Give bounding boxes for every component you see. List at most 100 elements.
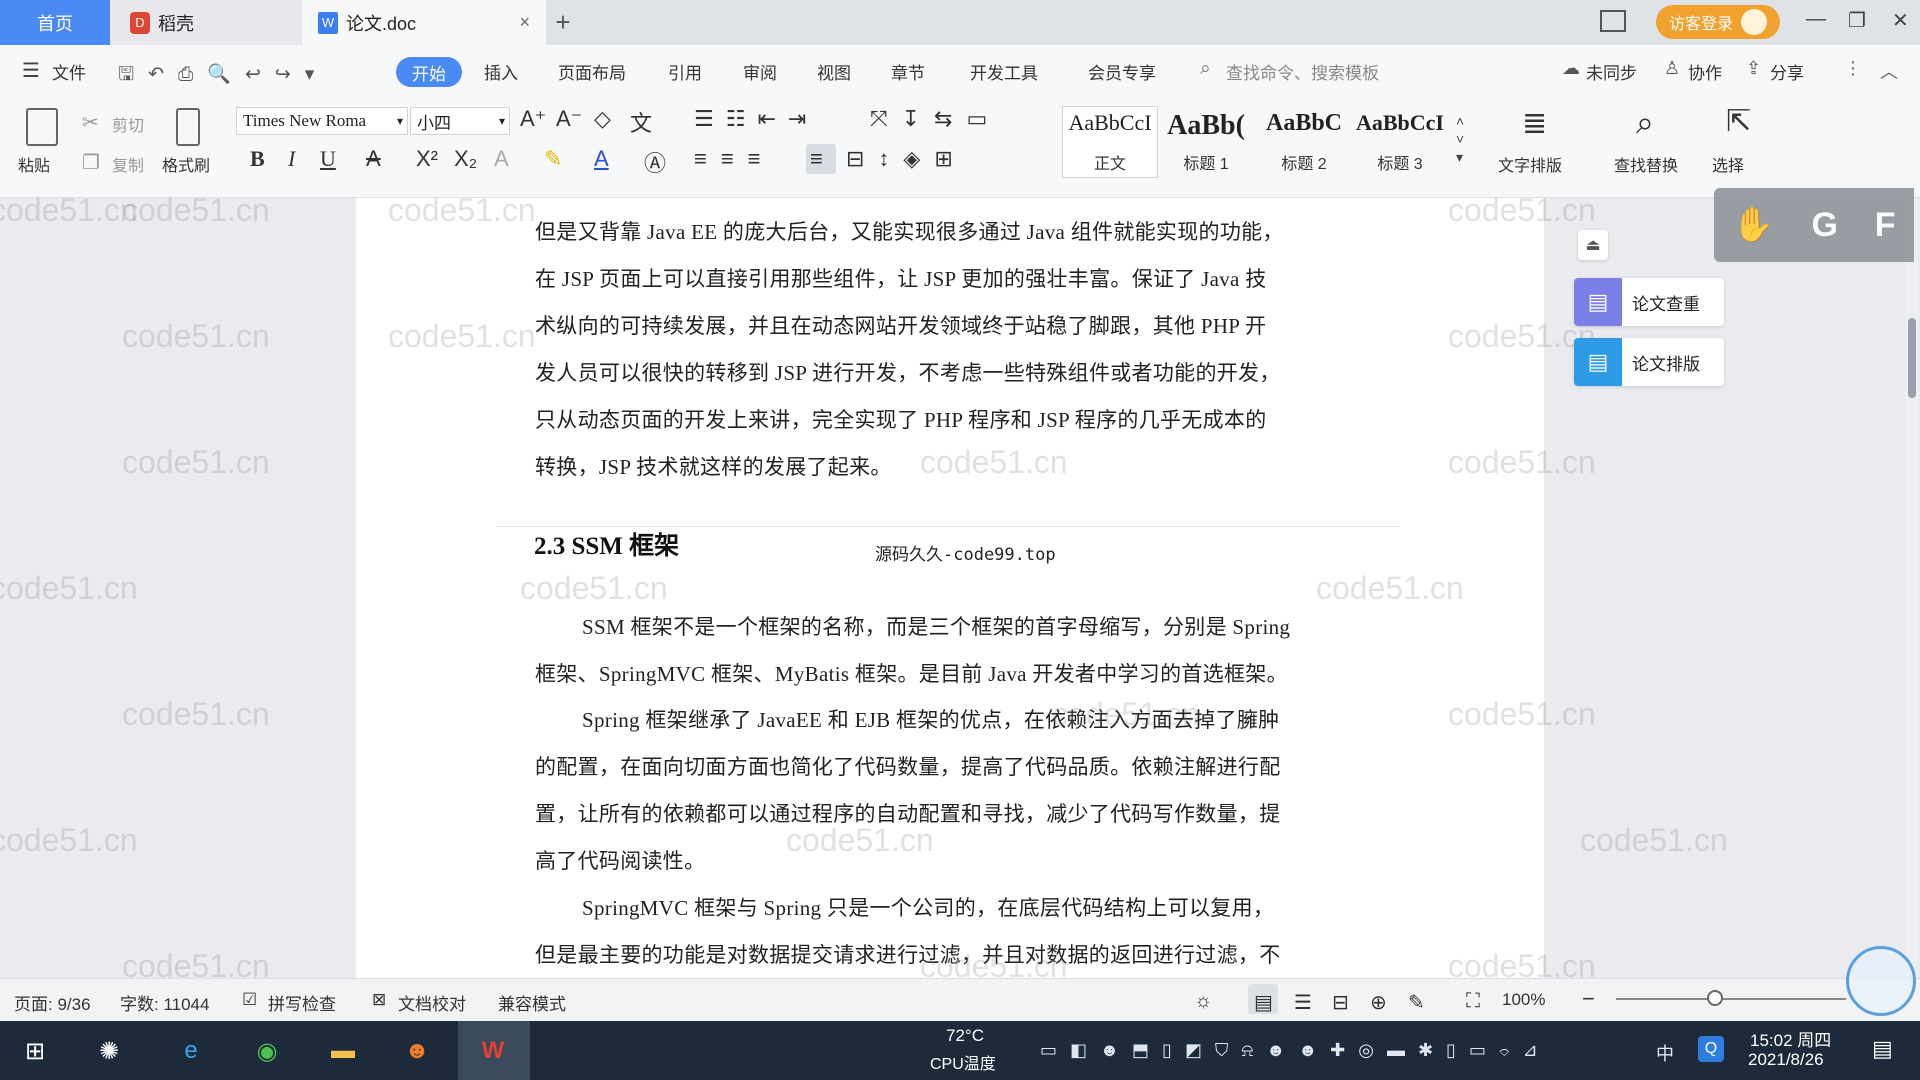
clock-date[interactable]: 2021/8/26: [1748, 1050, 1824, 1070]
command-search-input[interactable]: 查找命令、搜索模板: [1226, 59, 1379, 84]
more-icon[interactable]: ⋮: [1844, 58, 1862, 79]
select-label[interactable]: 选择: [1712, 152, 1744, 176]
f-icon[interactable]: F: [1875, 206, 1896, 245]
tray-icons[interactable]: ▭◧☻⬒▯◩⛉⍾☻☻✚◎▬✱▯▭⌔⊿: [1040, 1040, 1551, 1061]
close-window-button[interactable]: ✕: [1892, 8, 1909, 33]
font-color-icon[interactable]: A: [594, 146, 609, 172]
styles-scroll-icon[interactable]: ˄ ˅ ▾: [1456, 112, 1464, 166]
zoom-out-icon[interactable]: −: [1582, 986, 1595, 1012]
new-tab-button[interactable]: +: [548, 0, 578, 45]
font-shrink-icon[interactable]: A⁻: [556, 106, 582, 132]
paste-label[interactable]: 粘贴: [18, 152, 50, 176]
spell-check-button[interactable]: 拼写检查: [268, 990, 336, 1015]
eye-protect-icon[interactable]: ☼: [1194, 990, 1212, 1013]
collapse-ribbon-icon[interactable]: ︿: [1880, 58, 1898, 84]
word-count[interactable]: 字数: 11044: [120, 990, 209, 1015]
page-indicator[interactable]: 页面: 9/36: [14, 990, 91, 1015]
unsynced-button[interactable]: 未同步: [1586, 59, 1637, 84]
scrollbar-thumb[interactable]: [1908, 318, 1916, 398]
menu-dev-tools[interactable]: 开发工具: [970, 59, 1038, 84]
hand-icon[interactable]: ✋: [1732, 205, 1774, 245]
italic-icon[interactable]: I: [288, 146, 295, 172]
scissors-icon[interactable]: ✂: [82, 110, 99, 135]
menu-start[interactable]: 开始: [396, 57, 462, 87]
menu-review[interactable]: 审阅: [743, 59, 777, 84]
clock-time[interactable]: 15:02 周四: [1750, 1026, 1831, 1051]
menu-member[interactable]: 会员专享: [1088, 59, 1156, 84]
find-replace-label[interactable]: 查找替换: [1614, 152, 1678, 176]
text-layout-label[interactable]: 文字排版: [1498, 152, 1562, 176]
char-border-icon[interactable]: Ⓐ: [644, 146, 666, 178]
style-heading-1[interactable]: AaBb(标题 1: [1160, 110, 1252, 176]
file-explorer-icon[interactable]: ▬: [326, 1034, 360, 1068]
pen-icon[interactable]: ✎: [1408, 990, 1425, 1015]
browser-icon[interactable]: ◉: [250, 1034, 284, 1068]
format-painter-label[interactable]: 格式刷: [162, 152, 210, 176]
clear-format-icon[interactable]: ◇: [594, 106, 611, 132]
text-effect-icon[interactable]: A: [494, 146, 509, 172]
tab-daoke[interactable]: D 稻壳: [110, 0, 302, 45]
spellcheck-checkbox-icon[interactable]: ☑: [242, 990, 257, 1010]
cut-label[interactable]: 剪切: [112, 112, 144, 136]
zoom-slider[interactable]: [1616, 998, 1846, 1000]
vertical-scrollbar[interactable]: [1906, 198, 1918, 978]
menu-chapter[interactable]: 章节: [891, 59, 925, 84]
share-button[interactable]: 分享: [1770, 59, 1804, 84]
menu-insert[interactable]: 插入: [484, 59, 518, 84]
notification-icon[interactable]: ▤: [1872, 1036, 1893, 1062]
style-normal[interactable]: AaBbCcI 正文: [1064, 110, 1156, 176]
thesis-layout-button[interactable]: ▤ 论文排版: [1574, 338, 1724, 386]
text-layout-icon[interactable]: ≣: [1522, 106, 1547, 141]
paragraph-icons[interactable]: ⊟↕◈⊞: [846, 146, 967, 172]
thesis-check-button[interactable]: ▤ 论文查重: [1574, 278, 1724, 326]
menu-page-layout[interactable]: 页面布局: [558, 59, 626, 84]
visitor-login-button[interactable]: 访客登录: [1656, 5, 1780, 39]
proofread-icon[interactable]: ⊠: [372, 990, 386, 1010]
style-heading-3[interactable]: AaBbCcI 标题 3: [1354, 110, 1446, 176]
windows-start-icon[interactable]: ⊞: [18, 1034, 52, 1068]
strikethrough-icon[interactable]: A: [366, 146, 381, 172]
game-app-icon[interactable]: ☻: [400, 1034, 434, 1068]
outline-view-icon[interactable]: ☰: [1294, 990, 1312, 1015]
sort-icons[interactable]: ⤧↧⇆▭: [870, 106, 1001, 132]
underline-icon[interactable]: U: [320, 146, 336, 172]
highlight-icon[interactable]: ✎: [544, 146, 562, 172]
cursor-select-icon[interactable]: ⇱: [1726, 104, 1751, 139]
superscript-icon[interactable]: X²: [416, 146, 438, 172]
font-size-select[interactable]: 小四 ▾: [410, 107, 510, 135]
format-painter-icon[interactable]: [176, 108, 200, 146]
copy-label[interactable]: 复制: [112, 152, 144, 176]
panel-collapse-icon[interactable]: ⏏: [1578, 230, 1608, 260]
floating-toolbar[interactable]: ✋ G F: [1714, 188, 1914, 262]
list-icons[interactable]: ☰☷⇤⇥: [694, 106, 818, 132]
reading-view-icon[interactable]: ⊟: [1332, 990, 1349, 1015]
menu-reference[interactable]: 引用: [668, 59, 702, 84]
proofread-button[interactable]: 文档校对: [398, 990, 466, 1015]
fit-page-icon[interactable]: ⛶: [1466, 990, 1480, 1013]
ime-indicator[interactable]: 中: [1656, 1040, 1674, 1066]
layout-toggle-icon[interactable]: [1600, 10, 1626, 32]
zoom-level[interactable]: 100%: [1502, 990, 1545, 1010]
menu-view[interactable]: 视图: [817, 59, 851, 84]
style-heading-2[interactable]: AaBbC 标题 2: [1258, 110, 1350, 176]
web-view-icon[interactable]: ⊕: [1370, 990, 1387, 1015]
minimize-button[interactable]: —: [1806, 8, 1826, 31]
close-tab-icon[interactable]: ×: [519, 12, 530, 33]
font-grow-icon[interactable]: A⁺: [520, 106, 546, 132]
align-icons[interactable]: ≡≡≡: [694, 146, 775, 172]
assistant-bubble[interactable]: [1846, 946, 1916, 1016]
ie-browser-icon[interactable]: e: [174, 1034, 208, 1068]
paste-icon[interactable]: [26, 108, 58, 146]
qq-tray-icon[interactable]: Q: [1698, 1036, 1724, 1062]
phonetic-icon[interactable]: 文: [630, 106, 652, 138]
g-icon[interactable]: G: [1812, 206, 1838, 245]
tab-home[interactable]: 首页: [0, 0, 110, 45]
restore-button[interactable]: ❐: [1848, 8, 1866, 33]
quick-access-icons[interactable]: 🖫↶⎙🔍↩↪▾: [118, 60, 328, 92]
subscript-icon[interactable]: X₂: [454, 146, 477, 172]
zoom-slider-handle[interactable]: [1707, 990, 1723, 1006]
copy-icon[interactable]: ❐: [82, 150, 100, 175]
pinwheel-app-icon[interactable]: ✺: [92, 1034, 126, 1068]
font-name-select[interactable]: Times New Roma ▾: [236, 107, 408, 135]
tab-document[interactable]: W 论文.doc ×: [302, 0, 546, 45]
